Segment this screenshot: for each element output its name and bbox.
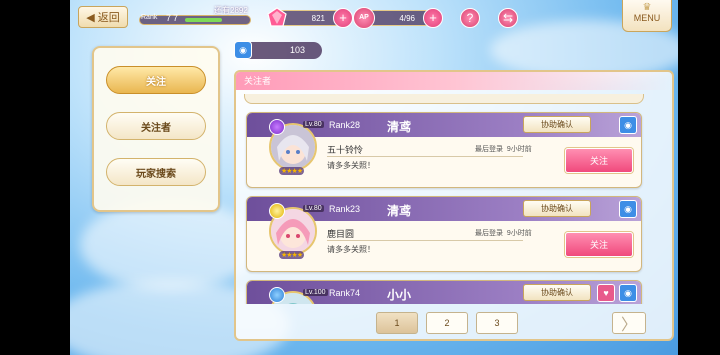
nav-following[interactable]: 关注 <box>106 66 206 94</box>
assist-confirm-button[interactable]: 协助确认 <box>523 284 591 301</box>
follow-button[interactable]: 关注 <box>565 232 633 257</box>
follower-list[interactable]: Lv.80 ★★★★ Rank28 清鸢 协助确认 ◉ 五十铃怜 最后登录 9小… <box>244 94 664 304</box>
rank-exp-fill <box>185 18 222 22</box>
rank-remaining: 还有2892 <box>214 6 248 15</box>
back-arrow-icon: ◀ <box>86 11 95 24</box>
follower-count-value: 103 <box>290 45 306 55</box>
followers-panel: 关注者 Lv.80 ★★★★ Rank28 清鸢 协助确认 ◉ 五十铃怜 最后登… <box>234 70 674 341</box>
list-item[interactable]: Lv.80 ★★★★ Rank23 清鸢 协助确认 ◉ 鹿目圆 最后登录 9小时… <box>246 196 642 272</box>
back-label: 返回 <box>97 12 120 24</box>
background-cloud <box>80 200 260 290</box>
rank-value: 77 <box>166 13 181 23</box>
last-login-value: 9小时前 <box>506 230 532 237</box>
star-rating: ★★★★ <box>279 167 305 175</box>
follow-label: 关注 <box>589 240 608 250</box>
panel-title: 关注者 <box>236 72 672 90</box>
player-name: 清鸢 <box>387 204 412 218</box>
nav-player-search-label: 玩家搜索 <box>136 168 176 180</box>
assist-confirm-button[interactable]: 协助确认 <box>523 200 591 217</box>
player-name: 清鸢 <box>387 120 412 134</box>
water-attribute-icon <box>269 287 285 303</box>
follow-label: 关注 <box>589 156 608 166</box>
list-item[interactable]: Lv.100 Rank74 小小 协助确认 ♥ ◉ <box>246 280 642 304</box>
follower-count: ◉ 103 <box>234 41 322 59</box>
water-attribute-icon: ◉ <box>619 200 637 218</box>
last-login-value: 9小时前 <box>506 146 532 153</box>
rank-label: Rank <box>141 14 158 21</box>
gem-icon <box>267 7 287 27</box>
question-icon: ? <box>466 11 474 25</box>
water-attribute-icon: ◉ <box>619 116 637 134</box>
back-button[interactable]: ◀ 返回 <box>78 6 128 28</box>
last-login: 最后登录 9小时前 <box>475 228 532 238</box>
nav-following-label: 关注 <box>146 76 166 88</box>
assist-confirm-label: 协助确认 <box>541 288 573 297</box>
last-login-label: 最后登录 <box>475 146 503 153</box>
friend-nav-panel: 关注 关注者 玩家搜索 <box>92 46 220 212</box>
assist-confirm-button[interactable]: 协助确认 <box>523 116 591 133</box>
top-bar: ◀ 返回 Rank 77 还有2892 821 + AP 4/96 + ? ⇆ <box>70 0 678 38</box>
page-number: 1 <box>394 318 400 328</box>
player-rank: Rank23 <box>329 204 361 214</box>
unit-level: Lv.100 <box>303 289 328 296</box>
water-attribute-icon: ◉ <box>234 41 252 59</box>
star-rating: ★★★★ <box>279 251 305 259</box>
rank-status: Rank 77 还有2892 <box>136 5 254 29</box>
page-1-button[interactable]: 1 <box>376 312 418 334</box>
ap-counter: AP 4/96 + <box>353 7 443 29</box>
gem-value: 821 <box>311 14 325 23</box>
nav-followers-label: 关注者 <box>141 122 171 134</box>
ap-icon: AP <box>353 7 375 29</box>
dark-attribute-icon <box>269 119 285 135</box>
unit-level: Lv.80 <box>303 121 324 128</box>
last-login: 最后登录 9小时前 <box>475 144 532 154</box>
swap-button[interactable]: ⇆ <box>498 8 518 28</box>
player-name: 小小 <box>387 288 412 302</box>
game-screen: ◀ 返回 Rank 77 还有2892 821 + AP 4/96 + ? ⇆ <box>70 0 678 355</box>
divider <box>327 240 523 241</box>
plus-icon: + <box>429 10 437 25</box>
help-button[interactable]: ? <box>460 8 480 28</box>
ap-value: 4/96 <box>399 14 415 23</box>
add-ap-button[interactable]: + <box>423 8 443 28</box>
unit-name: 五十铃怜 <box>327 145 364 155</box>
page-number: 3 <box>494 318 500 328</box>
nav-followers[interactable]: 关注者 <box>106 112 206 140</box>
list-item[interactable]: Lv.80 ★★★★ Rank28 清鸢 协助确认 ◉ 五十铃怜 最后登录 9小… <box>246 112 642 188</box>
list-item <box>244 94 644 104</box>
player-comment: 请多多关照！ <box>327 161 375 170</box>
follow-button[interactable]: 关注 <box>565 148 633 173</box>
divider <box>327 156 523 157</box>
player-rank: Rank28 <box>329 120 361 130</box>
nav-player-search[interactable]: 玩家搜索 <box>106 158 206 186</box>
unit-name: 鹿目圆 <box>327 229 355 239</box>
next-page-button[interactable]: 〉 <box>612 312 646 334</box>
last-login-label: 最后登录 <box>475 230 503 237</box>
page-3-button[interactable]: 3 <box>476 312 518 334</box>
water-attribute-icon: ◉ <box>619 284 637 302</box>
add-gems-button[interactable]: + <box>333 8 353 28</box>
chevron-right-icon: 〉 <box>620 317 637 334</box>
gem-counter: 821 + <box>267 7 353 28</box>
player-rank: Rank74 <box>329 288 361 298</box>
swap-icon: ⇆ <box>502 11 514 25</box>
light-attribute-icon <box>269 203 285 219</box>
crown-icon: ♛ <box>642 2 652 13</box>
player-comment: 请多多关照！ <box>327 245 375 254</box>
page-number: 2 <box>444 318 450 328</box>
plus-icon: + <box>339 10 347 25</box>
unit-level: Lv.80 <box>303 205 324 212</box>
menu-button[interactable]: ♛ MENU <box>622 0 672 32</box>
menu-label: MENU <box>633 13 661 23</box>
assist-confirm-label: 协助确认 <box>541 120 573 129</box>
page-2-button[interactable]: 2 <box>426 312 468 334</box>
heart-attribute-icon: ♥ <box>597 284 615 302</box>
assist-confirm-label: 协助确认 <box>541 204 573 213</box>
